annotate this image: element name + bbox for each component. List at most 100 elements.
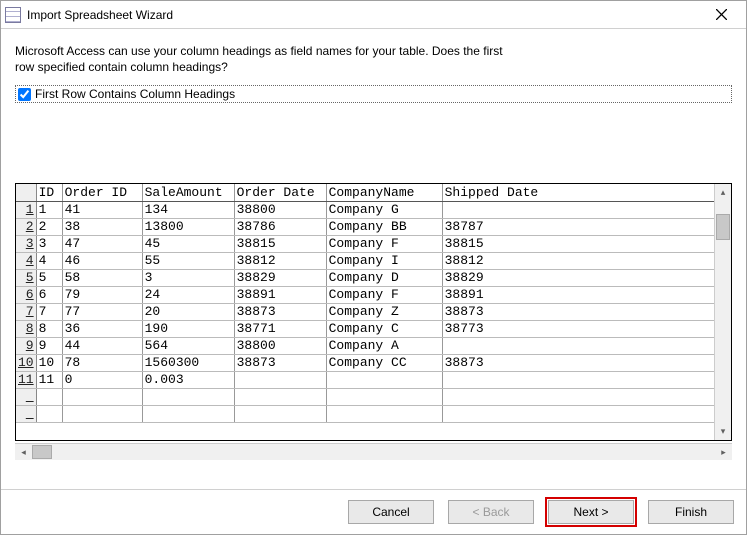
next-button[interactable]: Next > [548,500,634,524]
scroll-up-icon[interactable]: ▴ [715,184,731,201]
cell[interactable] [326,371,442,388]
table-row[interactable]: 101078156030038873Company CC38873 [16,354,714,371]
cell[interactable]: 6 [36,286,62,303]
cell[interactable]: 38873 [234,354,326,371]
col-header-id[interactable]: ID [36,184,62,201]
cancel-button[interactable]: Cancel [348,500,434,524]
cell[interactable]: 38771 [234,320,326,337]
table-row[interactable]: 66792438891Company F38891 [16,286,714,303]
cell[interactable]: Company CC [326,354,442,371]
col-header-shipped-date[interactable]: Shipped Date [442,184,714,201]
cell[interactable]: 38800 [234,337,326,354]
cell[interactable] [234,371,326,388]
cell[interactable]: 36 [62,320,142,337]
table-row[interactable]: 111100.003 [16,371,714,388]
cell[interactable]: 24 [142,286,234,303]
cell[interactable]: 38800 [234,201,326,218]
cell[interactable]: 58 [62,269,142,286]
cell[interactable]: 38891 [442,286,714,303]
cell[interactable]: 47 [62,235,142,252]
cell[interactable]: Company G [326,201,442,218]
vertical-scrollbar[interactable]: ▴ ▾ [714,184,731,440]
cell[interactable]: 1560300 [142,354,234,371]
cell[interactable]: 38873 [234,303,326,320]
col-header-companyname[interactable]: CompanyName [326,184,442,201]
cell[interactable]: 11 [36,371,62,388]
scroll-left-icon[interactable]: ◂ [15,444,32,461]
cell[interactable]: 38812 [234,252,326,269]
table-row[interactable]: 33474538815Company F38815 [16,235,714,252]
table-row[interactable]: 883619038771Company C38773 [16,320,714,337]
table-row[interactable]: 5558338829Company D38829 [16,269,714,286]
cell[interactable]: 38 [62,218,142,235]
col-header-saleamount[interactable]: SaleAmount [142,184,234,201]
cell[interactable]: 38873 [442,303,714,320]
cell[interactable]: Company C [326,320,442,337]
cell[interactable]: 44 [62,337,142,354]
cell[interactable]: 2 [36,218,62,235]
cell[interactable]: 38873 [442,354,714,371]
cell[interactable]: 9 [36,337,62,354]
cell[interactable]: 20 [142,303,234,320]
cell[interactable]: 3 [142,269,234,286]
table-row[interactable]: 22381380038786Company BB38787 [16,218,714,235]
scroll-thumb[interactable] [716,214,730,240]
col-header-order-date[interactable]: Order Date [234,184,326,201]
app-icon [5,7,21,23]
cell[interactable]: 46 [62,252,142,269]
table-row[interactable]: 77772038873Company Z38873 [16,303,714,320]
cell[interactable]: 7 [36,303,62,320]
cell[interactable]: 55 [142,252,234,269]
cell[interactable]: 38891 [234,286,326,303]
table-row[interactable]: 994456438800Company A [16,337,714,354]
cell[interactable]: Company F [326,235,442,252]
cell[interactable]: 3 [36,235,62,252]
scroll-down-icon[interactable]: ▾ [715,423,731,440]
close-button[interactable] [702,3,740,27]
first-row-headings-checkbox[interactable] [18,88,31,101]
cell[interactable]: Company I [326,252,442,269]
cell[interactable] [442,201,714,218]
scroll-right-icon[interactable]: ▸ [715,444,732,461]
cell[interactable]: 38815 [442,235,714,252]
cell[interactable]: 190 [142,320,234,337]
first-row-headings-wrap[interactable]: First Row Contains Column Headings [15,85,732,103]
cell[interactable]: 0 [62,371,142,388]
cell[interactable]: 134 [142,201,234,218]
cell[interactable]: 41 [62,201,142,218]
cell[interactable]: Company D [326,269,442,286]
cell[interactable]: 38829 [442,269,714,286]
cell[interactable]: 77 [62,303,142,320]
cell[interactable]: 13800 [142,218,234,235]
hscroll-thumb[interactable] [32,445,52,459]
button-bar: Cancel < Back Next > Finish [1,489,746,534]
cell[interactable]: 38812 [442,252,714,269]
col-header-order-id[interactable]: Order ID [62,184,142,201]
cell[interactable]: 38786 [234,218,326,235]
cell[interactable]: 38773 [442,320,714,337]
cell[interactable]: 564 [142,337,234,354]
cell[interactable] [442,337,714,354]
cell[interactable] [442,371,714,388]
cell[interactable]: 8 [36,320,62,337]
cell[interactable]: 78 [62,354,142,371]
cell[interactable]: 38787 [442,218,714,235]
cell[interactable]: Company Z [326,303,442,320]
finish-button[interactable]: Finish [648,500,734,524]
cell[interactable]: Company F [326,286,442,303]
table-row[interactable]: 44465538812Company I38812 [16,252,714,269]
cell[interactable]: 1 [36,201,62,218]
cell[interactable]: 0.003 [142,371,234,388]
hscroll-track[interactable] [32,444,715,460]
cell[interactable]: 10 [36,354,62,371]
cell[interactable]: 45 [142,235,234,252]
cell[interactable]: 79 [62,286,142,303]
cell[interactable]: 5 [36,269,62,286]
cell[interactable]: 38829 [234,269,326,286]
cell[interactable]: 4 [36,252,62,269]
table-row[interactable]: 114113438800Company G [16,201,714,218]
cell[interactable]: Company BB [326,218,442,235]
horizontal-scrollbar[interactable]: ◂ ▸ [15,443,732,460]
cell[interactable]: Company A [326,337,442,354]
cell[interactable]: 38815 [234,235,326,252]
